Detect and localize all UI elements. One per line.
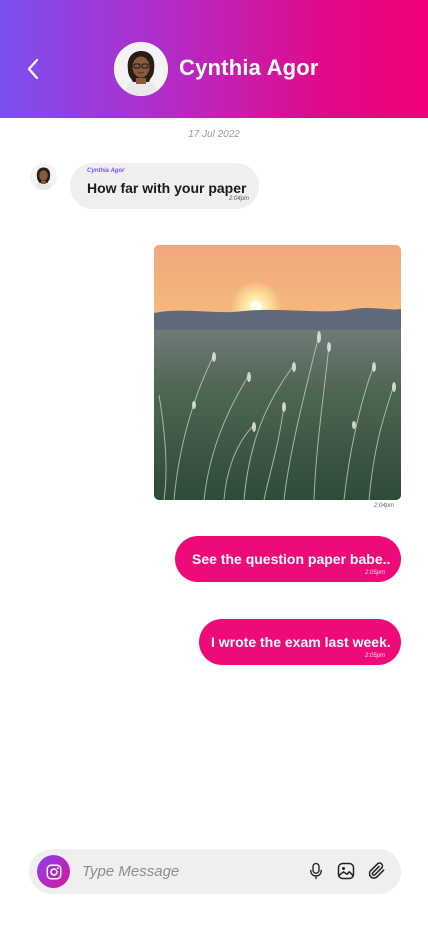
chat-header: Cynthia Agor	[0, 0, 428, 118]
date-separator: 17 Jul 2022	[188, 129, 240, 140]
voice-record-button[interactable]	[305, 860, 327, 882]
outgoing-message-bubble[interactable]: See the question paper babe.. 2:05pm	[175, 536, 401, 582]
incoming-message-bubble[interactable]: Cynthia Agor How far with your paper 2:0…	[70, 163, 259, 209]
paperclip-icon	[368, 862, 385, 879]
message-composer	[29, 849, 401, 894]
sunset-grass-photo	[154, 245, 401, 500]
sender-avatar[interactable]	[30, 163, 57, 190]
message-text: See the question paper babe..	[192, 551, 391, 567]
message-time: 2:05pm	[364, 570, 385, 576]
message-sender-name: Cynthia Agor	[87, 168, 125, 174]
microphone-icon	[310, 862, 322, 880]
outgoing-message-bubble[interactable]: I wrote the exam last week. 2:05pm	[199, 619, 401, 665]
message-time: 2:04pm	[374, 503, 395, 509]
chevron-left-icon	[27, 58, 39, 80]
attach-button[interactable]	[366, 860, 388, 882]
camera-button[interactable]	[37, 855, 70, 888]
outgoing-image-message[interactable]	[154, 245, 401, 500]
message-time: 2:04pm	[228, 196, 249, 202]
contact-name: Cynthia Agor	[179, 55, 319, 80]
image-icon	[337, 862, 355, 880]
message-text: I wrote the exam last week.	[211, 634, 391, 650]
message-text: How far with your paper	[87, 180, 247, 196]
gallery-button[interactable]	[335, 860, 357, 882]
contact-avatar[interactable]	[114, 42, 168, 96]
message-input[interactable]	[82, 859, 292, 884]
message-time: 2:05pm	[364, 653, 385, 659]
camera-icon	[46, 864, 61, 879]
back-button[interactable]	[20, 56, 46, 82]
